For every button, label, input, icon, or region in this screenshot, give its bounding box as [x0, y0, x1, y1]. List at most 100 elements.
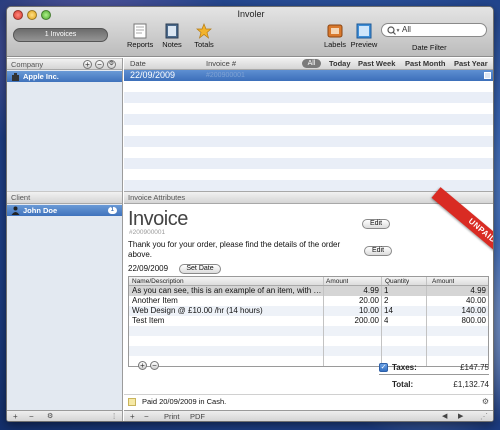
- remove-client-button[interactable]: −: [29, 411, 34, 421]
- client-name: John Doe: [23, 206, 58, 215]
- empty-row: [124, 114, 493, 125]
- filter-today-button[interactable]: Today: [329, 58, 351, 69]
- payment-note-row[interactable]: Paid 20/09/2009 in Cash. ⚙: [124, 394, 493, 408]
- item-quantity: 2: [384, 296, 389, 305]
- add-company-button[interactable]: +: [83, 60, 92, 69]
- person-icon: [11, 206, 20, 215]
- sidebar: Company + − ⚙ Apple Inc. Client John Doe…: [7, 58, 123, 421]
- table-row[interactable]: Test Item 200.00 4 800.00: [129, 316, 488, 326]
- row-menu-icon[interactable]: [484, 72, 491, 79]
- table-row[interactable]: As you can see, this is an example of an…: [129, 286, 488, 296]
- main-bottom-bar: + − Print PDF ◀ ▶ ⋰: [124, 410, 493, 421]
- item-amount: 4.99: [363, 286, 379, 295]
- preview-button[interactable]: Preview: [350, 23, 378, 49]
- remove-payment-button[interactable]: −: [144, 411, 149, 421]
- item-amount: 10.00: [358, 306, 379, 315]
- totals-button[interactable]: Totals: [191, 23, 217, 49]
- preview-label: Preview: [350, 40, 378, 49]
- quantity-column-header[interactable]: Quantity: [385, 277, 409, 286]
- search-placeholder: All: [402, 25, 411, 34]
- company-header: Company + − ⚙: [7, 58, 122, 70]
- company-icon: [12, 73, 19, 81]
- invoice-list-header: Date Invoice # All Today Past Week Past …: [124, 58, 493, 70]
- empty-row: [124, 158, 493, 169]
- totals-star-icon: [196, 23, 212, 39]
- client-row-john-doe[interactable]: John Doe 1: [7, 205, 122, 216]
- totals-label: Totals: [194, 40, 214, 49]
- items-table-header: Name/Description Amount Quantity Amount: [129, 277, 488, 286]
- toolbar: Involer 1 Invoices Reports Notes Totals …: [7, 7, 493, 57]
- company-row-apple[interactable]: Apple Inc.: [7, 71, 122, 82]
- total-value: £1,132.74: [453, 380, 489, 389]
- table-row[interactable]: Another Item 20.00 2 40.00: [129, 296, 488, 306]
- labels-button[interactable]: Labels: [322, 23, 348, 49]
- empty-table-row: [129, 326, 488, 336]
- add-client-button[interactable]: +: [13, 411, 18, 421]
- items-table: Name/Description Amount Quantity Amount …: [128, 276, 489, 367]
- invoice-number-column-header[interactable]: Invoice #: [206, 58, 236, 69]
- name-column-header[interactable]: Name/Description: [132, 277, 184, 286]
- edit-title-button[interactable]: Edit: [362, 219, 390, 229]
- set-date-button[interactable]: Set Date: [179, 264, 221, 274]
- notes-button[interactable]: Notes: [160, 23, 184, 49]
- payment-note-text: Paid 20/09/2009 in Cash.: [142, 397, 227, 406]
- total-label: Total:: [392, 380, 414, 389]
- empty-row: [124, 136, 493, 147]
- labels-icon: [327, 24, 343, 38]
- invoice-count-pill[interactable]: 1 Invoices: [13, 28, 108, 42]
- empty-table-row: [129, 346, 488, 356]
- item-quantity: 4: [384, 316, 389, 325]
- add-payment-button[interactable]: +: [130, 411, 135, 421]
- note-settings-icon[interactable]: ⚙: [482, 395, 489, 408]
- main-window: Involer 1 Invoices Reports Notes Totals …: [6, 6, 494, 422]
- reports-button[interactable]: Reports: [127, 23, 153, 49]
- pane-resize-handle[interactable]: ⁞: [113, 411, 115, 421]
- pdf-button[interactable]: PDF: [190, 411, 205, 421]
- invoice-message[interactable]: Thank you for your order, please find th…: [128, 240, 348, 260]
- edit-message-button[interactable]: Edit: [364, 246, 392, 256]
- empty-row: [124, 92, 493, 103]
- notes-label: Notes: [162, 40, 182, 49]
- totals-divider: [379, 374, 489, 375]
- taxes-checkbox[interactable]: ✓: [379, 363, 388, 372]
- item-total: 140.00: [461, 306, 486, 315]
- labels-label: Labels: [323, 40, 347, 49]
- amount-column-header[interactable]: Amount: [326, 277, 348, 286]
- item-name: Another Item: [132, 296, 178, 305]
- client-settings-button[interactable]: ⚙: [47, 411, 53, 421]
- item-total: 4.99: [470, 286, 486, 295]
- invoice-date: 22/09/2009: [128, 264, 169, 273]
- total-column-header[interactable]: Amount: [432, 277, 454, 286]
- client-invoice-count-badge: 1: [107, 207, 117, 214]
- filter-past-year-button[interactable]: Past Year: [454, 58, 488, 69]
- window-title: Involer: [237, 9, 265, 19]
- item-quantity: 14: [384, 306, 393, 315]
- remove-item-button[interactable]: −: [150, 361, 159, 370]
- reports-label: Reports: [127, 40, 154, 49]
- company-settings-button[interactable]: ⚙: [107, 60, 116, 69]
- item-total: 800.00: [461, 316, 486, 325]
- notes-icon: [165, 23, 179, 39]
- search-input[interactable]: All: [381, 23, 487, 37]
- add-item-button[interactable]: +: [138, 361, 147, 370]
- invoice-row[interactable]: 22/09/2009 #200900001: [124, 70, 493, 81]
- date-column-header[interactable]: Date: [130, 58, 146, 69]
- previous-arrow-icon[interactable]: ◀: [442, 411, 447, 421]
- item-name: As you can see, this is an example of an…: [132, 286, 322, 295]
- item-total: 40.00: [465, 296, 486, 305]
- item-amount: 200.00: [354, 316, 379, 325]
- table-row[interactable]: Web Design @ £10.00 /hr (14 hours) 10.00…: [129, 306, 488, 316]
- invoice-number: #200900001: [129, 229, 166, 236]
- company-header-label: Company: [11, 60, 44, 69]
- next-arrow-icon[interactable]: ▶: [458, 411, 463, 421]
- filter-past-week-button[interactable]: Past Week: [358, 58, 395, 69]
- reports-icon: [133, 23, 147, 39]
- print-button[interactable]: Print: [164, 411, 179, 421]
- filter-all-button[interactable]: All: [302, 59, 321, 68]
- filter-past-month-button[interactable]: Past Month: [405, 58, 445, 69]
- window-resize-grip[interactable]: ⋰: [480, 411, 488, 421]
- invoice-row-number: #200900001: [206, 72, 245, 79]
- invoice-heading: Invoice: [128, 208, 188, 230]
- sidebar-bottom-bar: + − ⚙ ⁞: [7, 410, 122, 421]
- remove-company-button[interactable]: −: [95, 60, 104, 69]
